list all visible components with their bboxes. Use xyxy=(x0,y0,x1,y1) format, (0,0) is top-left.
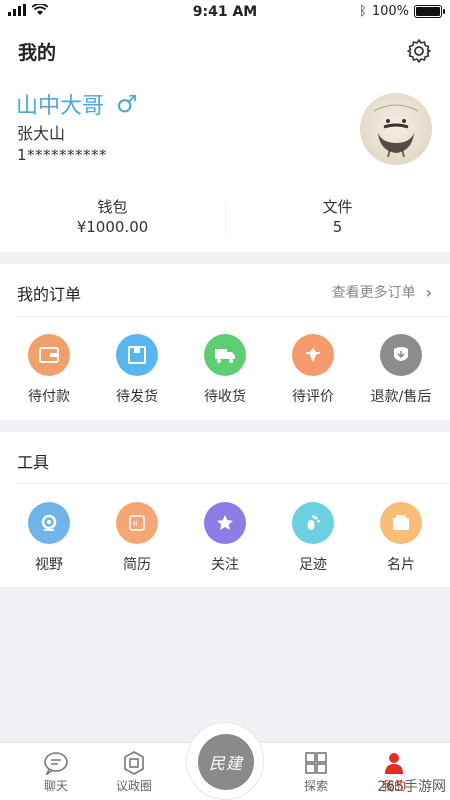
tab-chat[interactable]: 聊天 xyxy=(21,749,91,794)
order-pending-shipment-label: 待发货 xyxy=(116,389,158,405)
battery-icon xyxy=(414,5,445,18)
footprint-icon xyxy=(292,502,334,544)
view-more-orders-link[interactable]: 查看更多订单 › xyxy=(332,282,432,302)
nickname[interactable]: 山中大哥 ♂ xyxy=(16,88,138,120)
chevron-right-icon: › xyxy=(425,282,432,302)
wallet-value: ¥1000.00 xyxy=(76,218,149,236)
review-icon xyxy=(292,334,334,376)
avatar-image xyxy=(373,104,419,158)
view-more-orders-label: 查看更多订单 xyxy=(331,285,416,301)
center-tab-wrapper: 民建 xyxy=(186,722,264,800)
order-pending-payment-label: 待付款 xyxy=(28,389,70,405)
star-icon xyxy=(204,502,246,544)
profile-icon xyxy=(359,749,429,777)
order-pending-review[interactable]: 待评价 xyxy=(273,334,353,406)
phone-number: 1********** xyxy=(17,146,108,164)
stat-divider xyxy=(225,204,226,234)
battery-percent: 100% xyxy=(371,4,409,19)
box-icon xyxy=(116,334,158,376)
files-value: 5 xyxy=(332,218,343,236)
explore-icon xyxy=(281,749,351,777)
order-pending-review-label: 待评价 xyxy=(292,389,334,405)
tools-row: 视野 R 简历 关注 足迹 名片 xyxy=(0,502,450,574)
nickname-text: 山中大哥 xyxy=(16,94,105,119)
files-stat[interactable]: 文件 5 xyxy=(225,196,450,244)
tools-title: 工具 xyxy=(17,453,50,472)
page-title: 我的 xyxy=(18,42,57,64)
order-pending-receipt-label: 待收货 xyxy=(204,389,246,405)
tool-resume-label: 简历 xyxy=(123,557,151,573)
profile-card: 我的 山中大哥 ♂ 张大山 1********** 钱包 ¥1000.00 文件… xyxy=(0,24,450,252)
tool-footprint-label: 足迹 xyxy=(299,557,327,573)
order-refund[interactable]: 退款/售后 xyxy=(361,334,441,406)
chat-icon xyxy=(21,749,91,777)
card-icon xyxy=(380,502,422,544)
watermark-logo: 265手游网 xyxy=(377,779,446,795)
tools-card: 工具 视野 R 简历 关注 足迹 名片 xyxy=(0,432,450,587)
divider xyxy=(17,483,450,484)
avatar[interactable] xyxy=(360,93,432,165)
orders-title: 我的订单 xyxy=(17,285,82,304)
resume-icon: R xyxy=(116,502,158,544)
tool-business-card-label: 名片 xyxy=(387,557,415,573)
files-label: 文件 xyxy=(322,198,353,216)
tab-circle-label: 议政圈 xyxy=(115,779,152,793)
camera-icon xyxy=(28,502,70,544)
center-tab-button[interactable]: 民建 xyxy=(198,734,254,790)
order-status-row: 待付款 待发货 待收货 待评价 退款/售后 xyxy=(0,334,450,406)
refund-icon xyxy=(380,334,422,376)
circle-icon xyxy=(99,749,169,777)
male-gender-icon: ♂ xyxy=(116,90,138,118)
wallet-stat[interactable]: 钱包 ¥1000.00 xyxy=(0,196,225,244)
tab-explore[interactable]: 探索 xyxy=(281,749,351,794)
truck-icon xyxy=(204,334,246,376)
divider xyxy=(17,316,450,317)
order-pending-payment[interactable]: 待付款 xyxy=(9,334,89,406)
wallet-label: 钱包 xyxy=(97,198,128,216)
stats-row: 钱包 ¥1000.00 文件 5 xyxy=(0,196,450,244)
tool-view[interactable]: 视野 xyxy=(9,502,89,574)
tool-business-card[interactable]: 名片 xyxy=(361,502,441,574)
bluetooth-icon: ᛒ xyxy=(359,4,367,19)
tab-chat-label: 聊天 xyxy=(43,779,68,793)
gear-icon[interactable] xyxy=(406,38,432,64)
tool-resume[interactable]: R 简历 xyxy=(97,502,177,574)
tool-footprint[interactable]: 足迹 xyxy=(273,502,353,574)
tool-view-label: 视野 xyxy=(35,557,63,573)
order-pending-shipment[interactable]: 待发货 xyxy=(97,334,177,406)
tool-follow-label: 关注 xyxy=(211,557,239,573)
tab-circle[interactable]: 议政圈 xyxy=(99,749,169,794)
svg-text:R: R xyxy=(133,520,138,528)
tool-follow[interactable]: 关注 xyxy=(185,502,265,574)
wallet-icon xyxy=(28,334,70,376)
order-refund-label: 退款/售后 xyxy=(370,389,432,405)
tab-explore-label: 探索 xyxy=(303,779,328,793)
status-bar: 9:41 AM ᛒ 100% xyxy=(0,0,450,24)
orders-card: 我的订单 查看更多订单 › 待付款 待发货 待收货 待评价 退款/售后 xyxy=(0,264,450,420)
order-pending-receipt[interactable]: 待收货 xyxy=(185,334,265,406)
real-name: 张大山 xyxy=(17,124,66,143)
